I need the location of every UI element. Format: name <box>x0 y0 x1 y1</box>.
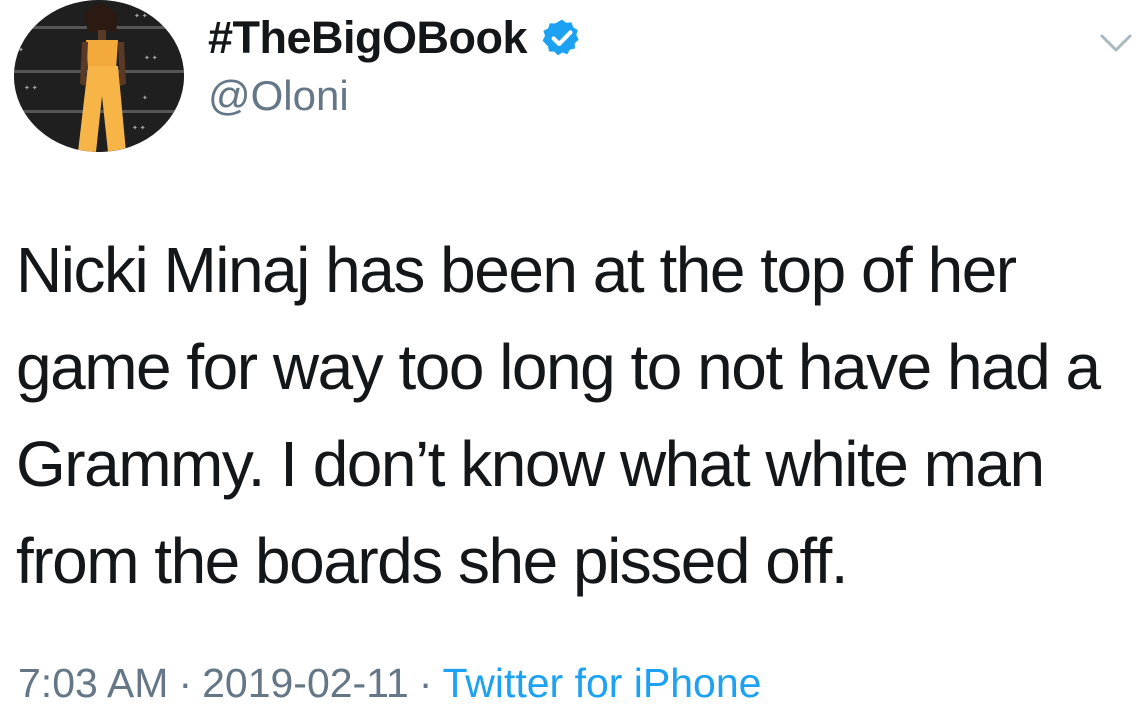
avatar[interactable]: ✦ ✦ ✦ ✦ ✦ ✦ ✦ ✦ ✦ ✦ ✦ ✦ ✦ <box>14 0 184 152</box>
svg-text:✦ ✦: ✦ ✦ <box>132 124 146 132</box>
avatar-image: ✦ ✦ ✦ ✦ ✦ ✦ ✦ ✦ ✦ ✦ ✦ ✦ ✦ <box>14 0 184 152</box>
separator-dot: · <box>178 660 193 706</box>
tweet-time[interactable]: 7:03 AM <box>18 660 168 706</box>
tweet-text: Nicki Minaj has been at the top of her g… <box>16 234 1101 597</box>
display-name[interactable]: #TheBigOBook <box>208 12 528 64</box>
tweet-source-link[interactable]: Twitter for iPhone <box>442 660 761 706</box>
tweet-header: #TheBigOBook @Oloni <box>208 6 583 120</box>
separator-dot: · <box>418 660 433 706</box>
svg-text:✦ ✦: ✦ ✦ <box>134 12 148 20</box>
tweet: ✦ ✦ ✦ ✦ ✦ ✦ ✦ ✦ ✦ ✦ ✦ ✦ ✦ #TheBigOBook @… <box>0 0 1136 717</box>
chevron-down-icon[interactable] <box>1096 28 1136 58</box>
svg-text:✦: ✦ <box>28 120 34 128</box>
user-handle[interactable]: @Oloni <box>208 72 583 120</box>
display-name-row: #TheBigOBook <box>208 6 583 70</box>
svg-text:✦: ✦ <box>18 46 24 54</box>
verified-badge-icon <box>541 17 583 59</box>
tweet-date[interactable]: 2019-02-11 <box>202 660 409 706</box>
tweet-metadata: 7:03 AM · 2019-02-11 · Twitter for iPhone <box>18 660 761 707</box>
svg-text:✦ ✦: ✦ ✦ <box>24 84 38 92</box>
svg-text:✦ ✦: ✦ ✦ <box>22 12 36 20</box>
svg-text:✦: ✦ <box>142 94 148 102</box>
svg-text:✦ ✦: ✦ ✦ <box>144 54 158 62</box>
